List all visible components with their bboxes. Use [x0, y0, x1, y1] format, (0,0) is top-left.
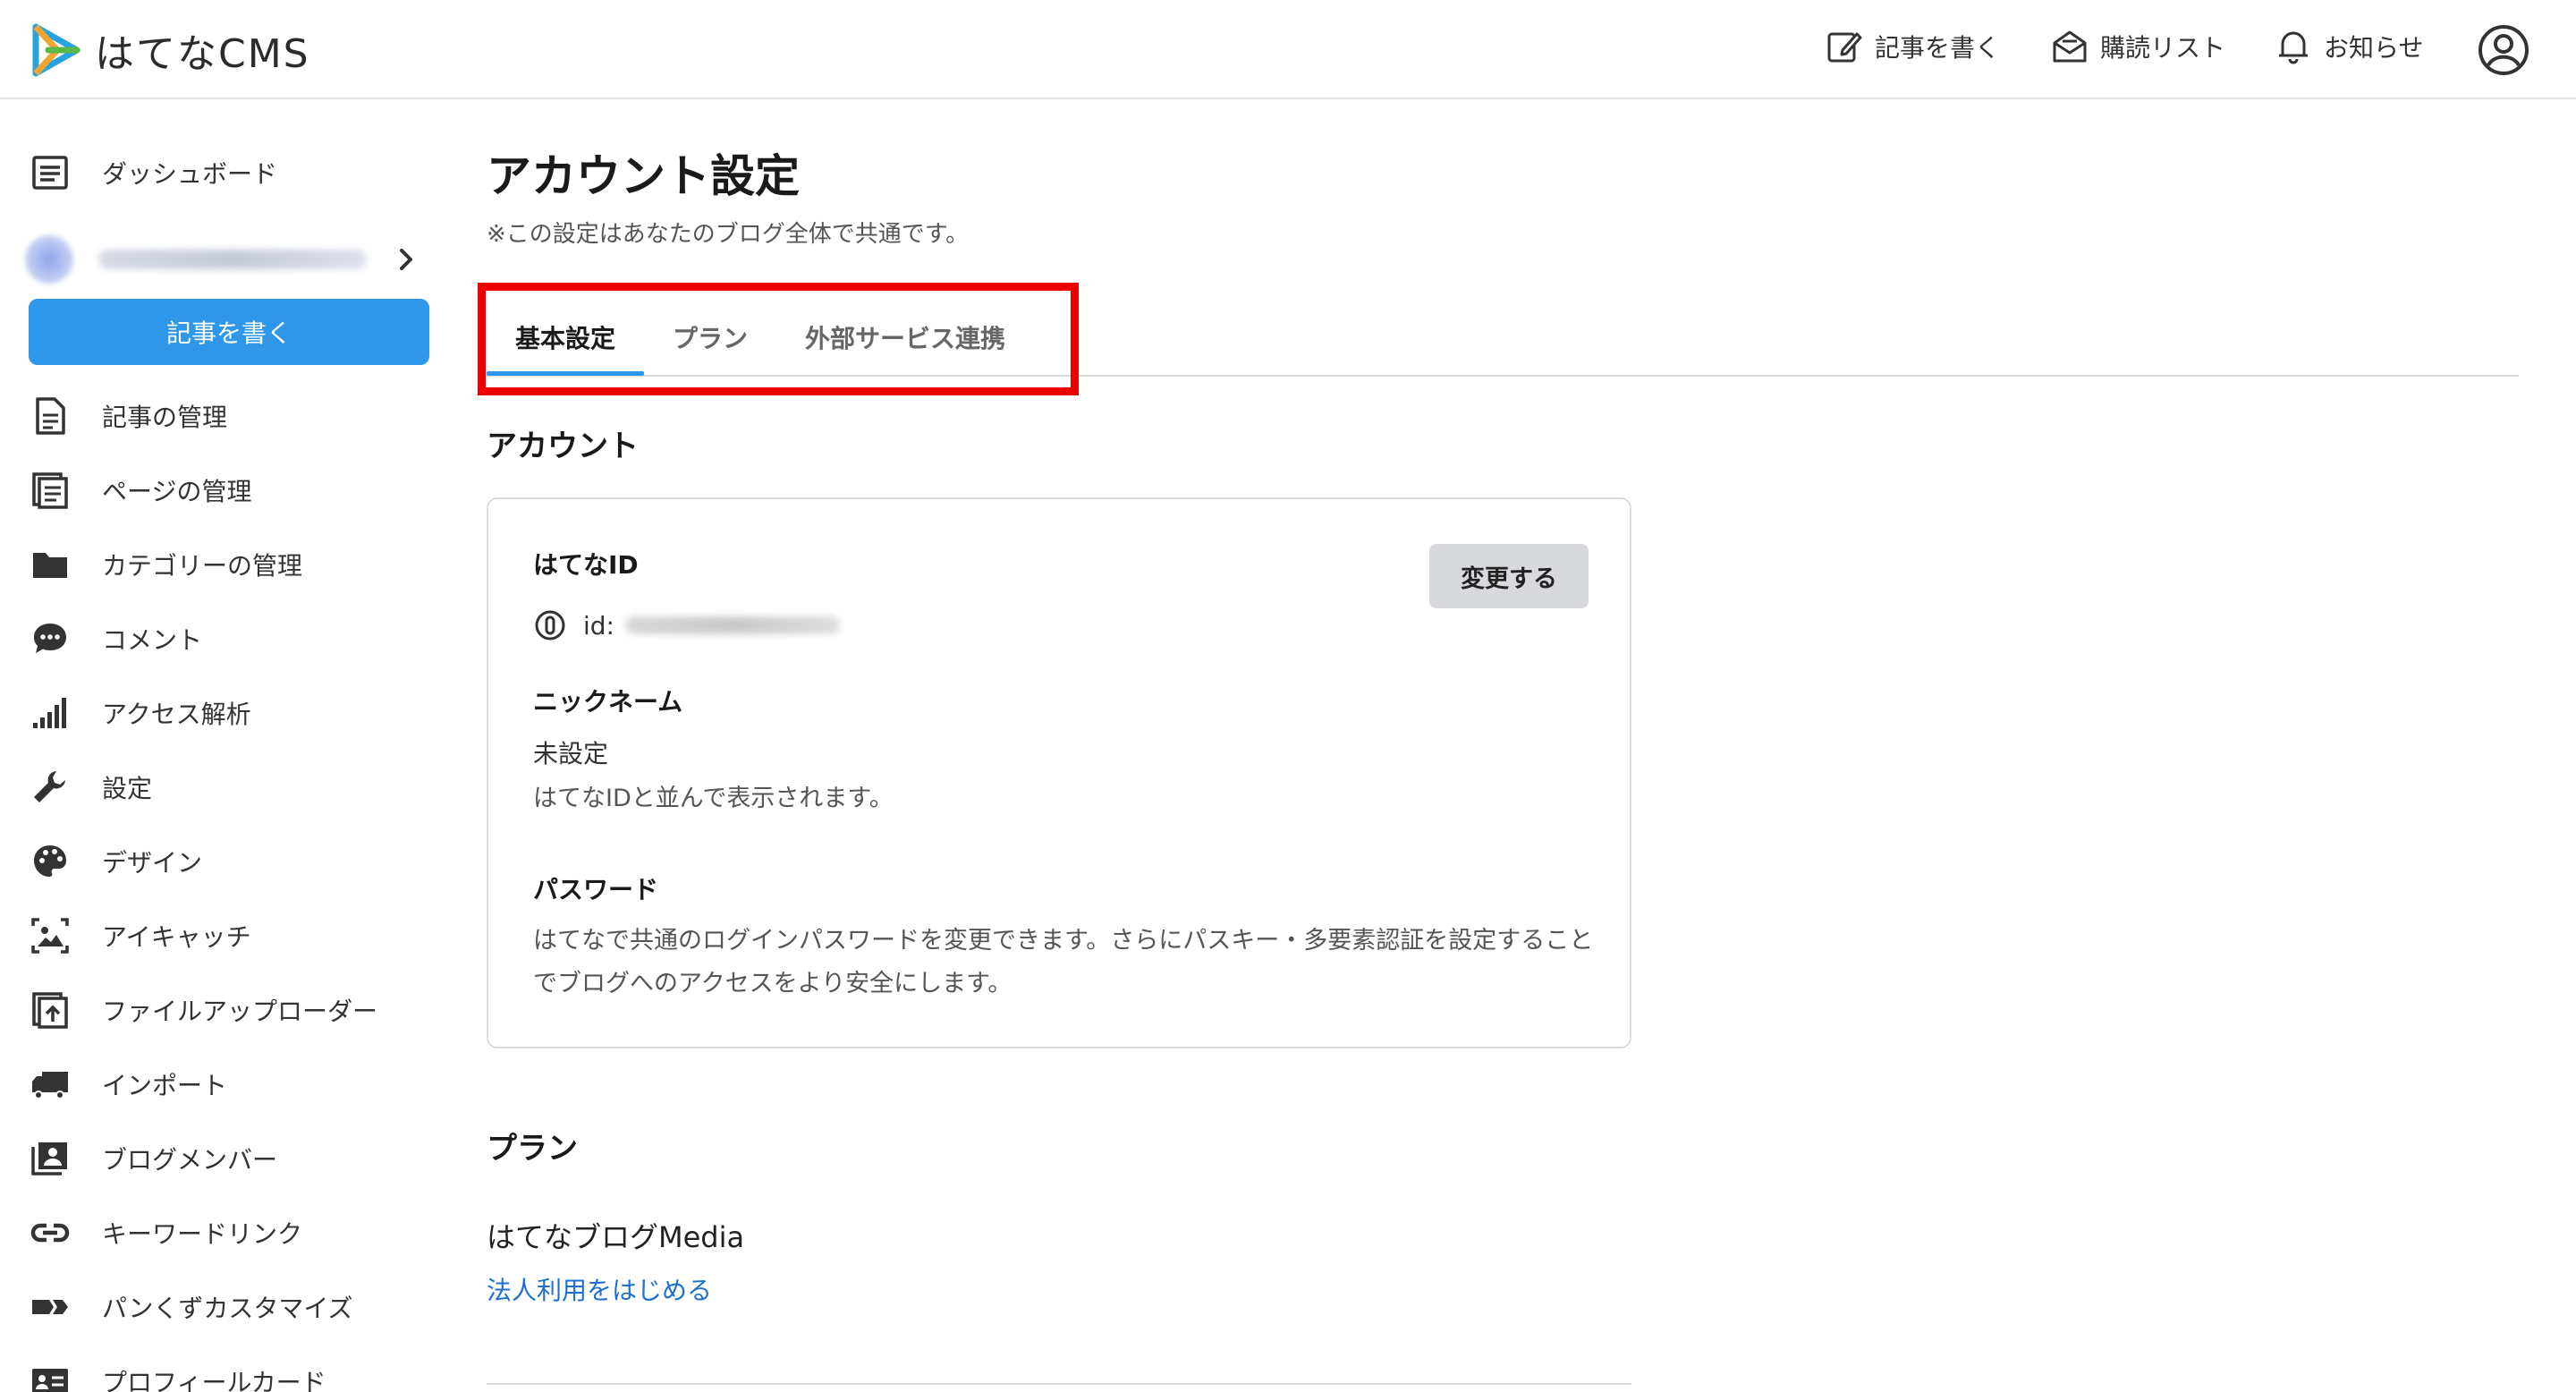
wrench-icon	[27, 764, 73, 811]
sidebar-item-label: 記事の管理	[102, 403, 228, 432]
hatena-logo-icon	[32, 23, 80, 77]
folder-icon	[27, 541, 73, 588]
user-avatar-icon[interactable]	[2478, 24, 2529, 76]
pages-icon	[27, 467, 73, 514]
sidebar-item-profile-card[interactable]: プロフィールカード	[27, 1354, 326, 1392]
chevron-right-icon	[400, 249, 412, 270]
header-reading-list-link[interactable]: 購読リスト	[2050, 27, 2225, 66]
blog-name-redacted	[98, 250, 367, 269]
sidebar-item-label: ブログメンバー	[102, 1145, 278, 1175]
sidebar-item-settings[interactable]: 設定	[27, 760, 152, 814]
reading-list-icon	[2053, 30, 2087, 63]
top-header: はてなCMS 記事を書く 購読リスト お知らせ	[0, 0, 2576, 99]
sidebar-item-pages[interactable]: ページの管理	[27, 463, 251, 517]
account-card: はてなID id: 変更する ニックネーム 未設定 はてなIDと並んで表示されま…	[487, 497, 1631, 1048]
section-divider	[487, 1383, 1631, 1385]
sidebar-item-label: 設定	[102, 774, 153, 803]
sidebar-item-categories[interactable]: カテゴリーの管理	[27, 538, 302, 591]
hatena-id-label: はてなID	[533, 550, 639, 580]
sidebar-item-design[interactable]: デザイン	[27, 835, 202, 888]
plan-name: はてなブログMedia	[487, 1220, 745, 1254]
sidebar-item-label: インポート	[102, 1071, 228, 1100]
nickname-value: 未設定	[533, 739, 609, 768]
password-help: はてなで共通のログインパスワードを変更できます。さらにパスキー・多要素認証を設定…	[533, 927, 1594, 997]
sidebar-item-label: コメント	[102, 625, 203, 655]
sidebar-item-label: ダッシュボード	[102, 159, 278, 189]
nickname-help: はてなIDと並んで表示されます。	[533, 785, 894, 812]
bell-icon	[2279, 31, 2308, 64]
header-notifications-label: お知らせ	[2324, 33, 2424, 63]
sidebar-item-import[interactable]: インポート	[27, 1057, 227, 1111]
sidebar-item-uploader[interactable]: ファイルアップローダー	[27, 983, 377, 1037]
header-write-link[interactable]: 記事を書く	[1825, 27, 2000, 66]
sidebar-item-keyword-link[interactable]: キーワードリンク	[27, 1206, 302, 1260]
sidebar-item-dashboard[interactable]: ダッシュボード	[27, 146, 277, 199]
sidebar-item-label: ファイルアップローダー	[102, 997, 378, 1026]
blog-avatar	[25, 235, 73, 284]
upload-icon	[27, 987, 73, 1033]
profile-card-icon	[27, 1358, 73, 1392]
sidebar-item-eyecatch[interactable]: アイキャッチ	[27, 909, 251, 963]
sidebar-item-label: プロフィールカード	[102, 1368, 326, 1392]
sidebar-item-label: ページの管理	[102, 477, 252, 506]
sidebar-item-label: アイキャッチ	[102, 922, 251, 952]
change-id-button[interactable]: 変更する	[1429, 544, 1589, 608]
sidebar-item-label: キーワードリンク	[102, 1219, 303, 1249]
comment-icon	[27, 615, 73, 662]
sidebar-item-breadcrumb[interactable]: パンくずカスタマイズ	[27, 1280, 353, 1334]
sidebar: ダッシュボード 記事を書く 記事の管理 ページの管理 カテゴリーの管理 コメント	[0, 101, 447, 1392]
hatena-id-row: id:	[533, 607, 840, 643]
sidebar-write-button[interactable]: 記事を書く	[29, 299, 429, 365]
hatena-id-badge-icon	[535, 610, 565, 641]
plan-section-title: プラン	[487, 1131, 578, 1167]
sidebar-item-label: アクセス解析	[102, 700, 251, 729]
header-write-label: 記事を書く	[1875, 33, 2001, 63]
breadcrumb-icon	[27, 1284, 73, 1330]
palette-icon	[27, 838, 73, 885]
members-icon	[27, 1135, 73, 1182]
nickname-label: ニックネーム	[533, 687, 683, 717]
document-icon	[27, 393, 73, 439]
password-label: パスワード	[533, 875, 659, 904]
sidebar-item-articles[interactable]: 記事の管理	[27, 389, 227, 443]
bar-chart-icon	[27, 690, 73, 736]
edit-icon	[1827, 32, 1862, 63]
image-icon	[27, 912, 73, 959]
account-section-title: アカウント	[487, 429, 639, 464]
corporate-use-link[interactable]: 法人利用をはじめる	[487, 1271, 712, 1307]
hatena-id-redacted	[625, 616, 840, 634]
page-title: アカウント設定	[487, 150, 800, 202]
blog-switcher[interactable]	[25, 224, 428, 295]
link-icon	[27, 1210, 73, 1256]
header-reading-list-label: 購読リスト	[2100, 33, 2226, 63]
sidebar-item-members[interactable]: ブログメンバー	[27, 1132, 277, 1185]
hatena-cms-logo[interactable]: はてなCMS	[30, 21, 310, 79]
page-note: ※この設定はあなたのブログ全体で共通です。	[487, 221, 970, 248]
header-notifications-link[interactable]: お知らせ	[2274, 27, 2423, 66]
logo-text: はてなCMS	[95, 31, 310, 77]
truck-icon	[27, 1061, 73, 1108]
sidebar-item-label: パンくずカスタマイズ	[102, 1294, 353, 1323]
sidebar-item-label: カテゴリーの管理	[102, 551, 303, 581]
sidebar-item-analytics[interactable]: アクセス解析	[27, 686, 251, 740]
hatena-id-prefix: id:	[583, 610, 614, 641]
sidebar-item-comments[interactable]: コメント	[27, 612, 202, 666]
tabs-highlight-box	[478, 283, 1079, 395]
dashboard-icon	[27, 149, 73, 196]
sidebar-item-label: デザイン	[102, 848, 203, 878]
